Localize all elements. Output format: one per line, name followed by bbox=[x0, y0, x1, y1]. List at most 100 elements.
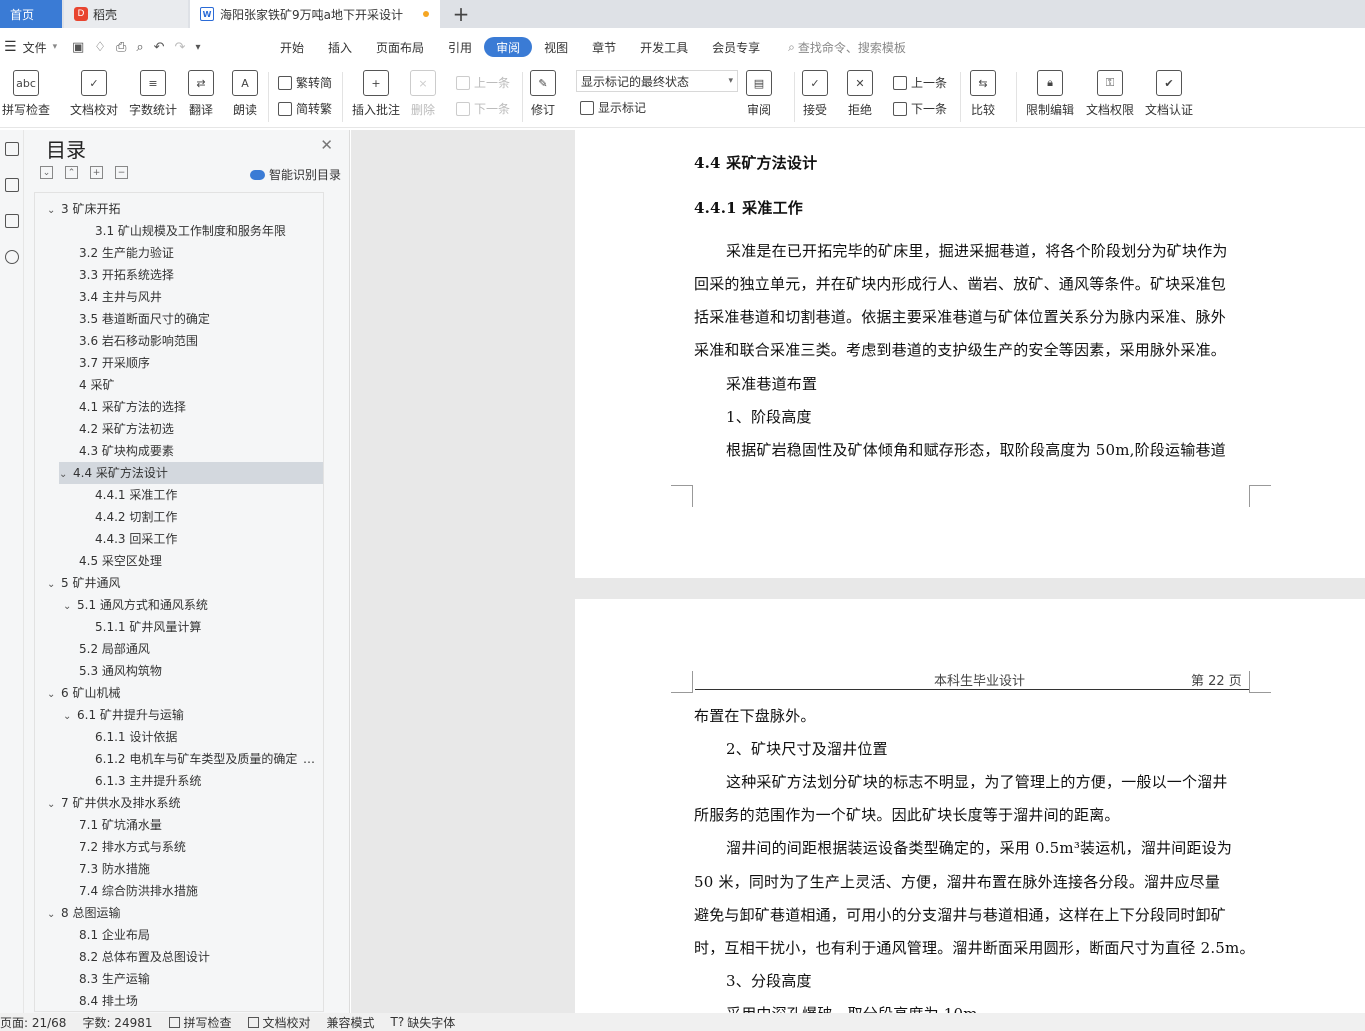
track-changes-button[interactable]: ✎ 修订 bbox=[530, 70, 556, 118]
toc-item[interactable]: 7.1 矿坑涌水量 bbox=[79, 814, 162, 836]
markup-state-select[interactable]: 显示标记的最终状态 ▾ bbox=[576, 70, 738, 92]
format-painter-icon[interactable]: ♢ bbox=[94, 40, 106, 55]
toc-item[interactable]: 4.4.2 切割工作 bbox=[95, 506, 177, 528]
toc-item[interactable]: 3.5 巷道断面尺寸的确定 bbox=[79, 308, 210, 330]
toc-item[interactable]: ⌄ 6.1 矿井提升与运输 bbox=[63, 704, 184, 726]
prev-comment-button[interactable]: 上一条 bbox=[456, 74, 510, 91]
next-change-button[interactable]: 下一条 bbox=[893, 100, 947, 117]
menu-references[interactable]: 引用 bbox=[436, 37, 484, 57]
toc-item[interactable]: 4.4.1 采准工作 bbox=[95, 484, 177, 506]
collapse-all-icon[interactable]: ⌃ bbox=[65, 166, 78, 179]
toc-item[interactable]: ⌄ 3 矿床开拓 bbox=[47, 198, 120, 220]
smart-toc-button[interactable]: 智能识别目录 bbox=[249, 166, 341, 183]
compare-button[interactable]: ⇆ 比较 bbox=[970, 70, 996, 118]
restrict-edit-button[interactable]: 🔒︎ 限制编辑 bbox=[1026, 70, 1074, 118]
toc-item[interactable]: 3.4 主井与风井 bbox=[79, 286, 162, 308]
word-count-button[interactable]: ≡ 字数统计 bbox=[129, 70, 177, 118]
toc-item[interactable]: 6.1.3 主井提升系统 bbox=[95, 770, 201, 792]
spellcheck-button[interactable]: abc 拼写检查 bbox=[2, 70, 50, 118]
toc-panel-icon[interactable] bbox=[4, 142, 19, 156]
toc-item[interactable]: 8.1 企业布局 bbox=[79, 924, 150, 946]
toc-item[interactable]: 4.1 采矿方法的选择 bbox=[79, 396, 186, 418]
trad-to-simp-button[interactable]: 繁转简 bbox=[278, 74, 332, 91]
toc-item[interactable]: ⌄ 5 矿井通风 bbox=[47, 572, 120, 594]
toc-item[interactable]: ⌄ 7 矿井供水及排水系统 bbox=[47, 792, 180, 814]
doc-check-status[interactable]: 文档校对 bbox=[247, 1014, 311, 1031]
document-page[interactable]: 本科生毕业设计 第 22 页 布置在下盘脉外。 2、矿块尺寸及溜井位置 这种采矿… bbox=[575, 599, 1365, 1013]
toc-item[interactable]: ⌄ 8 总图运输 bbox=[47, 902, 120, 924]
undo-icon[interactable]: ↶ bbox=[154, 40, 165, 55]
new-tab-button[interactable]: + bbox=[450, 0, 472, 28]
menu-home[interactable]: 开始 bbox=[268, 37, 316, 57]
toc-item[interactable]: 8.3 生产运输 bbox=[79, 968, 150, 990]
customize-icon[interactable]: ▾ bbox=[195, 42, 200, 53]
print-icon[interactable]: ⎙ bbox=[116, 40, 126, 55]
menu-page-layout[interactable]: 页面布局 bbox=[364, 37, 436, 57]
toc-item[interactable]: ⌄ 6 矿山机械 bbox=[47, 682, 120, 704]
reject-button[interactable]: ✕ 拒绝 bbox=[847, 70, 873, 118]
toc-item[interactable]: 6.1.1 设计依据 bbox=[95, 726, 177, 748]
section-nav-icon[interactable] bbox=[4, 178, 19, 192]
toc-item[interactable]: 5.3 通风构筑物 bbox=[79, 660, 162, 682]
prev-change-button[interactable]: 上一条 bbox=[893, 74, 947, 91]
review-pane-button[interactable]: ▤ 审阅 bbox=[746, 70, 772, 118]
read-aloud-button[interactable]: A 朗读 bbox=[232, 70, 258, 118]
menu-view[interactable]: 视图 bbox=[532, 37, 580, 57]
menu-member[interactable]: 会员专享 bbox=[700, 37, 772, 57]
redo-icon[interactable]: ↷ bbox=[175, 40, 186, 55]
word-count-status[interactable]: 字数: 24981 bbox=[82, 1014, 152, 1031]
toc-item[interactable]: 4.3 矿块构成要素 bbox=[79, 440, 174, 462]
remove-heading-icon[interactable]: − bbox=[115, 166, 128, 179]
bookmark-icon[interactable] bbox=[4, 214, 19, 228]
toc-item[interactable]: 4 采矿 bbox=[79, 374, 114, 396]
menu-insert[interactable]: 插入 bbox=[316, 37, 364, 57]
toc-item[interactable]: 8.4 排土场 bbox=[79, 990, 138, 1011]
toc-item[interactable]: 4.5 采空区处理 bbox=[79, 550, 162, 572]
doc-permission-button[interactable]: ⚿ 文档权限 bbox=[1086, 70, 1134, 118]
save-icon[interactable]: ▣ bbox=[72, 40, 84, 55]
search-icon[interactable] bbox=[4, 250, 19, 264]
delete-comment-button[interactable]: × 删除 bbox=[410, 70, 436, 118]
toc-item[interactable]: 3.2 生产能力验证 bbox=[79, 242, 174, 264]
spellcheck-status[interactable]: 拼写检查 bbox=[168, 1014, 232, 1031]
toc-item-selected[interactable]: ⌄ 4.4 采矿方法设计 bbox=[59, 462, 323, 484]
tab-docer[interactable]: D 稻壳 bbox=[64, 0, 188, 28]
accept-button[interactable]: ✓ 接受 bbox=[802, 70, 828, 118]
command-search[interactable]: ⌕ 查找命令、搜索模板 bbox=[788, 39, 906, 56]
toc-item[interactable]: ⌄ 5.1 通风方式和通风系统 bbox=[63, 594, 208, 616]
toc-item[interactable]: 5.1.1 矿井风量计算 bbox=[95, 616, 201, 638]
add-heading-icon[interactable]: + bbox=[90, 166, 103, 179]
compat-mode-status[interactable]: 兼容模式 bbox=[327, 1014, 375, 1031]
print-preview-icon[interactable]: ⌕ bbox=[136, 40, 143, 55]
toc-item[interactable]: 5.2 局部通风 bbox=[79, 638, 150, 660]
toc-item[interactable]: 8.2 总体布置及总图设计 bbox=[79, 946, 210, 968]
toc-item[interactable]: 7.3 防水措施 bbox=[79, 858, 150, 880]
next-comment-button[interactable]: 下一条 bbox=[456, 100, 510, 117]
menu-developer[interactable]: 开发工具 bbox=[628, 37, 700, 57]
toc-item[interactable]: 6.1.2 电机车与矿车类型及质量的确定… bbox=[95, 748, 323, 770]
toc-item[interactable]: 7.2 排水方式与系统 bbox=[79, 836, 186, 858]
close-icon[interactable]: ✕ bbox=[320, 136, 333, 154]
toc-item[interactable]: 4.4.3 回采工作 bbox=[95, 528, 177, 550]
show-markup-button[interactable]: 显示标记 bbox=[580, 99, 646, 116]
page-indicator[interactable]: 页面: 21/68 bbox=[0, 1014, 66, 1031]
doc-check-button[interactable]: ✓ 文档校对 bbox=[70, 70, 118, 118]
tab-home[interactable]: 首页 bbox=[0, 0, 62, 28]
document-page[interactable]: 4.4 采矿方法设计 4.4.1 采准工作 采准是在已开拓完毕的矿床里，掘进采掘… bbox=[575, 130, 1365, 578]
translate-button[interactable]: ⇄ 翻译 bbox=[188, 70, 214, 118]
toc-item[interactable]: 3.6 岩石移动影响范围 bbox=[79, 330, 198, 352]
insert-comment-button[interactable]: + 插入批注 bbox=[352, 70, 400, 118]
doc-certify-button[interactable]: ✔ 文档认证 bbox=[1145, 70, 1193, 118]
menu-section[interactable]: 章节 bbox=[580, 37, 628, 57]
simp-to-trad-button[interactable]: 简转繁 bbox=[278, 100, 332, 117]
toc-item[interactable]: 3.7 开采顺序 bbox=[79, 352, 150, 374]
expand-all-icon[interactable]: ⌄ bbox=[40, 166, 53, 179]
toc-item[interactable]: 3.3 开拓系统选择 bbox=[79, 264, 174, 286]
toc-item[interactable]: 7.4 综合防洪排水措施 bbox=[79, 880, 198, 902]
toc-item[interactable]: 3.1 矿山规模及工作制度和服务年限 bbox=[95, 220, 286, 242]
file-menu[interactable]: ☰ 文件 ▾ bbox=[0, 39, 72, 56]
toc-item[interactable]: 4.2 采矿方法初选 bbox=[79, 418, 174, 440]
menu-review[interactable]: 审阅 bbox=[484, 37, 533, 57]
missing-fonts-status[interactable]: T? 缺失字体 bbox=[391, 1014, 456, 1031]
tab-document[interactable]: W 海阳张家铁矿9万吨a地下开采设计 bbox=[190, 0, 440, 28]
